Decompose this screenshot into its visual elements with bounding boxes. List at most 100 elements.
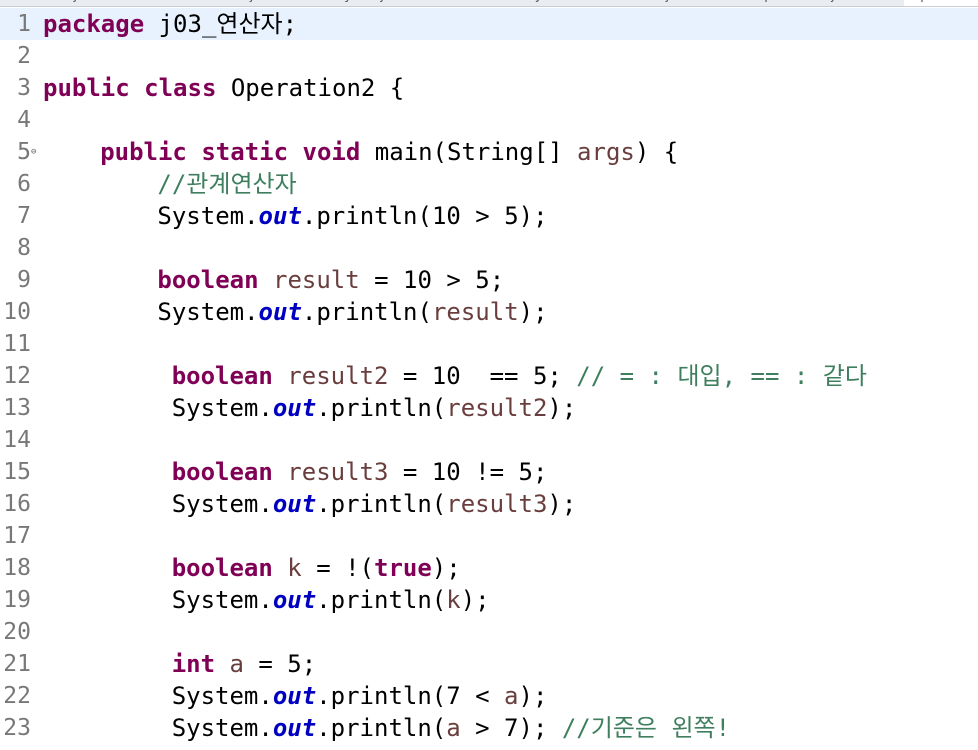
- code-token-cmt: //기준은 왼쪽!: [561, 714, 731, 742]
- code-line[interactable]: 12 boolean result2 = 10 == 5; // = : 대입, …: [0, 360, 978, 392]
- code-token-txt: .println(: [316, 586, 447, 614]
- code-line[interactable]: 6 //관계연산자: [0, 168, 978, 200]
- code-text: System.out.println(a > 7); //기준은 왼쪽!: [172, 712, 730, 744]
- code-token-var: result2: [446, 394, 548, 422]
- code-token-txt: = !(: [301, 554, 374, 582]
- code-text: public class Operation2 {: [43, 72, 404, 104]
- editor-tab[interactable]: Operation1.java: [754, 0, 858, 6]
- code-token-txt: .println(: [316, 490, 447, 518]
- code-token-txt: = 10 == 5;: [388, 362, 577, 390]
- line-number: 15: [3, 459, 31, 485]
- code-token-var: a: [504, 682, 519, 710]
- line-number: 19: [3, 587, 31, 613]
- editor-tab[interactable]: Operation2.java: [904, 0, 978, 6]
- code-token-var: k: [287, 554, 302, 582]
- line-number: 9: [17, 267, 31, 293]
- line-number: 4: [17, 107, 31, 133]
- code-token-var: a: [229, 650, 244, 678]
- code-text: System.out.println(result2);: [172, 392, 577, 424]
- code-token-cmt: // = : 대입, == : 같다: [576, 362, 867, 390]
- code-line[interactable]: 13 System.out.println(result2);: [0, 392, 978, 424]
- editor-tab-bar: PrintTest.java PrintTest2.java MyInfo.java…: [0, 0, 978, 7]
- code-token-kw: static: [201, 138, 289, 166]
- code-line[interactable]: 11: [0, 328, 978, 360]
- line-number: 11: [3, 331, 31, 357]
- code-line[interactable]: 1 package j03_연산자;: [0, 8, 978, 40]
- code-line[interactable]: 3 public class Operation2 {: [0, 72, 978, 104]
- code-line[interactable]: 5 ⊖ public static void main(String[] args)…: [0, 136, 978, 168]
- code-line[interactable]: 23 System.out.println(a > 7); //기준은 왼쪽!: [0, 712, 978, 744]
- code-token-txt: .println(7 <: [316, 682, 505, 710]
- line-number: 6: [17, 171, 31, 197]
- code-line[interactable]: 8: [0, 232, 978, 264]
- code-editor[interactable]: 1 package j03_연산자; 2 3 public class Operatio…: [0, 8, 978, 750]
- code-token-txt: );: [547, 490, 577, 518]
- code-token-kw: true: [374, 554, 432, 582]
- code-line[interactable]: 19 System.out.println(k);: [0, 584, 978, 616]
- code-token-kw: boolean: [171, 362, 273, 390]
- code-token-kw: void: [302, 138, 361, 166]
- code-token-var: result2: [287, 362, 389, 390]
- code-line[interactable]: 17: [0, 520, 978, 552]
- code-line[interactable]: 22 System.out.println(7 < a);: [0, 680, 978, 712]
- code-token-txt: .println(10 > 5);: [301, 202, 548, 230]
- code-line[interactable]: 4: [0, 104, 978, 136]
- code-line[interactable]: 18 boolean k = !(true);: [0, 552, 978, 584]
- code-text: int a = 5;: [172, 648, 317, 680]
- code-token-txt: );: [547, 394, 577, 422]
- code-token-txt: j03_연산자;: [144, 10, 298, 38]
- editor-tab[interactable]: PrintTest2.java: [182, 0, 277, 6]
- code-token-txt: );: [431, 554, 461, 582]
- code-token-txt: System.: [157, 202, 259, 230]
- code-line[interactable]: 10 System.out.println(result);: [0, 296, 978, 328]
- code-token-var: result: [273, 266, 360, 294]
- line-number: 7: [17, 203, 31, 229]
- code-token-txt: = 10 > 5;: [359, 266, 505, 294]
- code-token-kw: public: [43, 74, 130, 102]
- code-token-txt: > 7);: [460, 714, 562, 742]
- line-number: 17: [3, 523, 31, 549]
- code-token-txt: System.: [171, 586, 273, 614]
- code-token-txt: );: [518, 682, 548, 710]
- code-text: System.out.println(k);: [172, 584, 490, 616]
- code-token-txt: System.: [171, 682, 273, 710]
- code-line[interactable]: 15 boolean result3 = 10 != 5;: [0, 456, 978, 488]
- code-line[interactable]: 9 boolean result = 10 > 5;: [0, 264, 978, 296]
- code-line[interactable]: 21 int a = 5;: [0, 648, 978, 680]
- editor-tab[interactable]: PrintTest.java: [14, 0, 101, 6]
- code-line[interactable]: 2: [0, 40, 978, 72]
- editor-tab[interactable]: Test.java: [636, 0, 693, 6]
- line-number: 8: [17, 235, 31, 261]
- code-token-kw: boolean: [171, 458, 273, 486]
- code-token-txt: Operation2 {: [216, 74, 405, 102]
- editor-tab[interactable]: MyInfo.java: [333, 0, 408, 6]
- editor-tab[interactable]: ConstantJava: [478, 0, 564, 6]
- code-text: boolean result3 = 10 != 5;: [172, 456, 548, 488]
- code-token-fld: out: [272, 586, 317, 614]
- code-token-var: result3: [446, 490, 548, 518]
- line-number: 5: [17, 139, 31, 165]
- line-number: 14: [3, 427, 31, 453]
- code-token-kw: boolean: [157, 266, 259, 294]
- code-line[interactable]: 16 System.out.println(result3);: [0, 488, 978, 520]
- code-text: //관계연산자: [157, 168, 296, 200]
- code-text: System.out.println(result);: [157, 296, 547, 328]
- line-number: 22: [3, 683, 31, 709]
- code-text: public static void main(String[] args) {: [100, 136, 678, 168]
- code-line[interactable]: 14: [0, 424, 978, 456]
- code-token-var: a: [446, 714, 461, 742]
- code-token-txt: ) {: [634, 138, 679, 166]
- fold-collapse-icon[interactable]: ⊖: [31, 146, 36, 158]
- code-line[interactable]: 20: [0, 616, 978, 648]
- line-number: 10: [3, 299, 31, 325]
- code-line[interactable]: 7 System.out.println(10 > 5);: [0, 200, 978, 232]
- code-token-txt: = 10 != 5;: [388, 458, 548, 486]
- line-number: 12: [3, 363, 31, 389]
- code-token-fld: out: [258, 298, 302, 326]
- line-number: 16: [3, 491, 31, 517]
- code-token-var: k: [446, 586, 461, 614]
